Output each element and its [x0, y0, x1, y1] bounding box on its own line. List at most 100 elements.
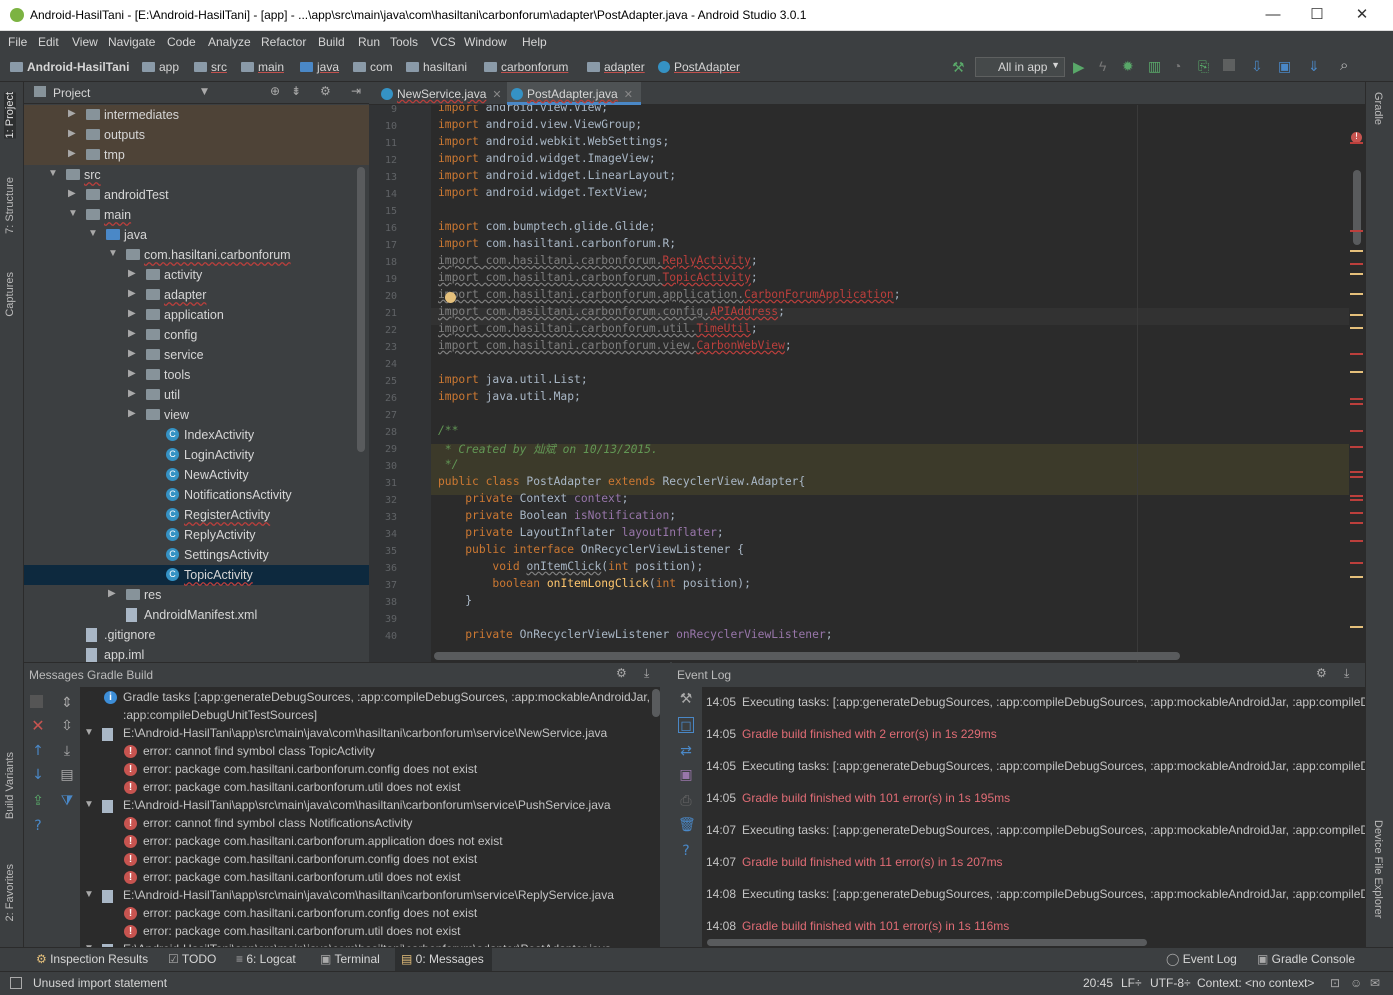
event-log-entry[interactable]: 14:07 Executing tasks: [:app:generateDebu…	[706, 823, 1365, 841]
tool-tab-gradle[interactable]: Gradle	[1372, 92, 1384, 125]
tree-item[interactable]: ▶ application	[24, 305, 369, 325]
file-path-node[interactable]: ▼ E:\Android-HasilTani\app\src\main\java\…	[80, 797, 660, 815]
chevron-right-icon[interactable]: ▶	[128, 408, 136, 419]
error-message[interactable]: ! error: package com.hasiltani.carbonforu…	[80, 833, 660, 851]
soft-wrap-icon[interactable]: ⇄	[678, 743, 694, 759]
menu-edit[interactable]: Edit	[38, 35, 59, 49]
code-line[interactable]: boolean onItemLongClick(int position);	[438, 577, 751, 590]
tree-item[interactable]: ▼ com.hasiltani.carbonforum	[24, 245, 369, 265]
search-icon[interactable]: ⌕	[1340, 57, 1348, 74]
file-path-node[interactable]: ▼ E:\Android-HasilTani\app\src\main\java\…	[80, 887, 660, 905]
error-message[interactable]: ! error: package com.hasiltani.carbonforu…	[80, 761, 660, 779]
chevron-right-icon[interactable]: ▶	[128, 268, 136, 279]
file-encoding[interactable]: UTF-8÷	[1150, 976, 1191, 990]
tree-item[interactable]: ▼ src	[24, 165, 369, 185]
event-log-entry[interactable]: 14:05 Gradle build finished with 2 error(…	[706, 727, 997, 745]
close-window-button[interactable]: ✕	[1347, 4, 1377, 26]
menu-build[interactable]: Build	[318, 35, 345, 49]
tree-item[interactable]: C ReplyActivity	[24, 525, 369, 545]
tool-tab-messages[interactable]: ▤ 0: Messages	[395, 948, 492, 971]
code-line[interactable]: import com.hasiltani.carbonforum.ReplyAc…	[438, 254, 758, 267]
code-line[interactable]: private Boolean isNotification;	[438, 509, 676, 522]
next-icon[interactable]: ↓	[30, 767, 46, 783]
event-error-link[interactable]: Gradle build finished with 101 error(s) …	[742, 919, 1009, 933]
info-message[interactable]: :app:compileDebugUnitTestSources]	[80, 707, 660, 725]
export-icon[interactable]: ⇪	[30, 793, 46, 809]
error-marker[interactable]	[1350, 314, 1363, 316]
menu-run[interactable]: Run	[358, 35, 380, 49]
breadcrumb-project[interactable]: Android-HasilTani	[10, 60, 129, 74]
chevron-right-icon[interactable]: ▶	[68, 128, 76, 139]
error-message[interactable]: ! error: cannot find symbol class Notific…	[80, 815, 660, 833]
tree-item[interactable]: C IndexActivity	[24, 425, 369, 445]
tree-item[interactable]: ▼ java	[24, 225, 369, 245]
error-marker[interactable]	[1350, 327, 1363, 329]
menu-tools[interactable]: Tools	[390, 35, 418, 49]
tool-tab-event-log[interactable]: ◯ Event Log	[1166, 952, 1237, 966]
tool-tab-captures[interactable]: Captures	[4, 272, 16, 317]
code-line[interactable]: */	[438, 458, 459, 471]
code-line[interactable]: /**	[438, 424, 458, 437]
error-marker[interactable]	[1350, 403, 1363, 405]
code-line[interactable]: import android.view.View;	[438, 105, 608, 114]
breadcrumb-java[interactable]: java	[300, 60, 339, 74]
code-line[interactable]: public interface OnRecyclerViewListener …	[438, 543, 744, 556]
messages-scrollbar[interactable]	[652, 689, 660, 717]
editor-horizontal-scrollbar[interactable]	[434, 652, 1180, 660]
tool-tab-todo[interactable]: ☑ TODO	[168, 952, 216, 966]
chevron-right-icon[interactable]: ▶	[68, 188, 76, 199]
tree-item[interactable]: ▶ util	[24, 385, 369, 405]
chevron-down-icon[interactable]: ▼	[88, 228, 98, 239]
tree-item[interactable]: C NotificationsActivity	[24, 485, 369, 505]
tree-item[interactable]: ▶ tmp	[24, 145, 369, 165]
tree-item[interactable]: C RegisterActivity	[24, 505, 369, 525]
event-log-entry[interactable]: 14:05 Executing tasks: [:app:generateDebu…	[706, 759, 1365, 777]
event-log-entry[interactable]: 14:07 Gradle build finished with 11 error…	[706, 855, 1003, 873]
code-line[interactable]: private Context context;	[438, 492, 628, 505]
hide-icon[interactable]: ⤓	[644, 666, 649, 681]
tool-tab-inspection-results[interactable]: ⚙ Inspection Results	[36, 952, 148, 966]
tool-tab-terminal[interactable]: ▣ Terminal	[320, 952, 380, 966]
apply-changes-icon[interactable]: ϟ	[1099, 58, 1106, 74]
editor-vertical-scrollbar[interactable]	[1353, 170, 1361, 245]
autoscroll-icon[interactable]: ⤓	[59, 743, 75, 759]
close-icon[interactable]: ✕	[624, 89, 633, 101]
error-message[interactable]: ! error: package com.hasiltani.carbonforu…	[80, 923, 660, 941]
error-message[interactable]: ! error: cannot find symbol class TopicAc…	[80, 743, 660, 761]
print-icon[interactable]: ⎙	[678, 793, 694, 809]
breadcrumb-main[interactable]: main	[241, 60, 284, 74]
event-log-entry[interactable]: 14:08 Gradle build finished with 101 erro…	[706, 919, 1009, 937]
tab-postadapter[interactable]: PostAdapter.java ✕	[507, 82, 641, 105]
error-marker[interactable]	[1350, 471, 1363, 473]
info-message[interactable]: i Gradle tasks [:app:generateDebugSources…	[80, 689, 660, 707]
hide-icon[interactable]: ⇥	[351, 84, 361, 98]
error-marker[interactable]	[1350, 512, 1363, 514]
breadcrumb-hasiltani[interactable]: hasiltani	[406, 60, 467, 74]
mark-read-icon[interactable]: ◻	[678, 717, 694, 734]
menu-file[interactable]: File	[8, 35, 27, 49]
code-line[interactable]: import com.bumptech.glide.Glide;	[438, 220, 656, 233]
file-path-node[interactable]: ▼ E:\Android-HasilTani\app\src\main\java\…	[80, 725, 660, 743]
menu-help[interactable]: Help	[522, 35, 547, 49]
code-line[interactable]: import com.hasiltani.carbonforum.TopicAc…	[438, 271, 758, 284]
error-message[interactable]: ! error: package com.hasiltani.carbonforu…	[80, 905, 660, 923]
avd-manager-icon[interactable]: ▣	[1278, 58, 1291, 75]
chevron-down-icon[interactable]: ▼	[68, 208, 78, 219]
tool-tab-gradle-console[interactable]: ▣ Gradle Console	[1257, 952, 1355, 966]
tree-item[interactable]: C SettingsActivity	[24, 545, 369, 565]
error-marker[interactable]	[1350, 273, 1363, 275]
project-scrollbar[interactable]	[357, 167, 365, 452]
gear-icon[interactable]: ⚙	[616, 666, 627, 680]
code-line[interactable]: import android.widget.TextView;	[438, 186, 649, 199]
run-configuration-select[interactable]: All in app ▼	[975, 57, 1065, 77]
tree-item[interactable]: ▶ activity	[24, 265, 369, 285]
chevron-right-icon[interactable]: ▶	[68, 148, 76, 159]
error-marker[interactable]	[1350, 540, 1363, 542]
chevron-right-icon[interactable]: ▶	[128, 288, 136, 299]
error-marker[interactable]	[1350, 398, 1363, 400]
code-line[interactable]: import com.hasiltani.carbonforum.util.Ti…	[438, 322, 758, 335]
debug-icon[interactable]: ✹	[1122, 58, 1134, 75]
trash-icon[interactable]: 🗑	[678, 817, 696, 833]
error-marker[interactable]	[1350, 495, 1363, 497]
breadcrumb-app[interactable]: app	[142, 60, 179, 74]
